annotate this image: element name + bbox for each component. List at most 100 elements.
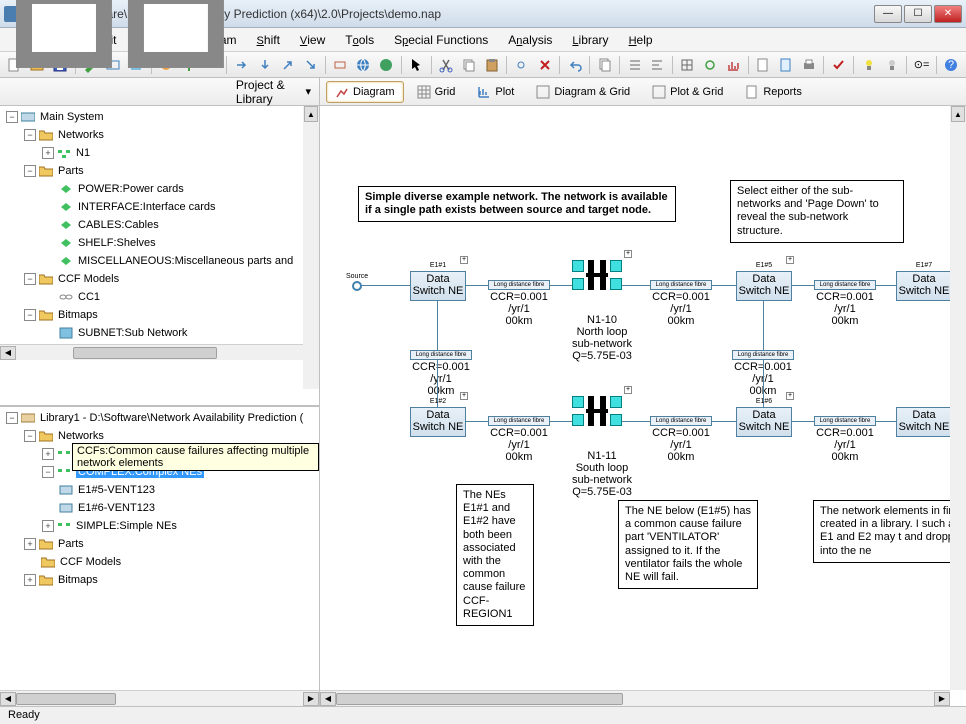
- tree-n1[interactable]: N1: [76, 147, 90, 159]
- ne2-plus[interactable]: +: [460, 392, 468, 400]
- hub2-plus[interactable]: +: [624, 386, 632, 394]
- fibre6[interactable]: Long distance fibre: [814, 416, 876, 426]
- ne5-plus[interactable]: +: [786, 256, 794, 264]
- chart-icon[interactable]: [723, 54, 744, 76]
- zoom-icon[interactable]: ⊙=: [911, 54, 932, 76]
- tab-reports[interactable]: Reports: [736, 81, 811, 103]
- expand-toggle[interactable]: +: [42, 520, 54, 532]
- project-tree[interactable]: −Main System −Networks +N1 −Parts POWER:…: [0, 106, 319, 344]
- menu-library[interactable]: Library: [562, 31, 618, 49]
- menu-special-functions[interactable]: Special Functions: [384, 31, 498, 49]
- ne6-plus[interactable]: +: [786, 392, 794, 400]
- fibre4[interactable]: Long distance fibre: [488, 416, 550, 426]
- cursor-icon[interactable]: [406, 54, 427, 76]
- expand-toggle[interactable]: −: [24, 430, 36, 442]
- menu-shift[interactable]: Shift: [247, 31, 290, 49]
- globe2-icon[interactable]: [376, 54, 397, 76]
- tree-cables[interactable]: CABLES:Cables: [78, 219, 159, 231]
- globe-icon[interactable]: [353, 54, 374, 76]
- arrow-diag2-icon[interactable]: [300, 54, 321, 76]
- hub-south[interactable]: [572, 396, 622, 426]
- paste-icon[interactable]: [482, 54, 503, 76]
- fibre2[interactable]: Long distance fibre: [650, 280, 712, 290]
- tree-lib-ccfm[interactable]: CCF Models: [60, 556, 121, 568]
- ne7-box[interactable]: Data Switch NE: [896, 271, 952, 301]
- refresh-icon[interactable]: [700, 54, 721, 76]
- canvas-vscroll[interactable]: ▲: [950, 106, 966, 690]
- arrow-right-icon[interactable]: [231, 54, 252, 76]
- library-tree[interactable]: −Library1 - D:\Software\Network Availabi…: [0, 407, 319, 591]
- tree-hscroll[interactable]: ◀▶: [0, 344, 319, 360]
- ne1-plus[interactable]: +: [460, 256, 468, 264]
- tab-plot-grid[interactable]: Plot & Grid: [643, 81, 732, 103]
- expand-toggle[interactable]: −: [24, 165, 36, 177]
- tab-diagram[interactable]: Diagram: [326, 81, 404, 103]
- expand-toggle[interactable]: +: [24, 574, 36, 586]
- menu-analysis[interactable]: Analysis: [498, 31, 562, 49]
- menu-tools[interactable]: Tools: [335, 31, 384, 49]
- shape-icon[interactable]: [330, 54, 351, 76]
- expand-toggle[interactable]: −: [42, 466, 54, 478]
- expand-toggle[interactable]: +: [42, 448, 54, 460]
- link-icon[interactable]: [511, 54, 532, 76]
- tree-ccf-models[interactable]: CCF Models: [58, 273, 119, 285]
- check-icon[interactable]: [828, 54, 849, 76]
- pages-icon[interactable]: [594, 54, 615, 76]
- expand-toggle[interactable]: +: [24, 538, 36, 550]
- grid-icon[interactable]: [677, 54, 698, 76]
- expand-toggle[interactable]: −: [24, 273, 36, 285]
- cut-icon[interactable]: [436, 54, 457, 76]
- fibre3[interactable]: Long distance fibre: [814, 280, 876, 290]
- minimize-button[interactable]: —: [874, 5, 902, 23]
- source-node[interactable]: [352, 281, 362, 291]
- ne1-box[interactable]: Data Switch NE: [410, 271, 466, 301]
- expand-toggle[interactable]: −: [24, 309, 36, 321]
- fibre-mid1[interactable]: Long distance fibre: [410, 350, 472, 360]
- tree-cc1[interactable]: CC1: [78, 291, 100, 303]
- align-icon[interactable]: [624, 54, 645, 76]
- hub1-plus[interactable]: +: [624, 250, 632, 258]
- menu-view[interactable]: View: [290, 31, 335, 49]
- project-library-dropdown[interactable]: Project & Library ▾: [0, 78, 320, 105]
- tree-misc[interactable]: MISCELLANEOUS:Miscellaneous parts and: [78, 255, 293, 267]
- tree-lib-simple[interactable]: SIMPLE:Simple NEs: [76, 520, 177, 532]
- fibre1[interactable]: Long distance fibre: [488, 280, 550, 290]
- light-icon[interactable]: [858, 54, 879, 76]
- lib-tree-hscroll[interactable]: ◀▶: [0, 690, 319, 706]
- tree-shelf[interactable]: SHELF:Shelves: [78, 237, 156, 249]
- help-icon[interactable]: ?: [941, 54, 962, 76]
- arrow-diag-icon[interactable]: [277, 54, 298, 76]
- doc-icon[interactable]: [753, 54, 774, 76]
- expand-toggle[interactable]: −: [6, 111, 18, 123]
- arrow-down-icon[interactable]: [254, 54, 275, 76]
- ne6-box[interactable]: Data Switch NE: [736, 407, 792, 437]
- print-icon[interactable]: [799, 54, 820, 76]
- tree-subnet[interactable]: SUBNET:Sub Network: [78, 327, 187, 339]
- diagram-canvas[interactable]: Simple diverse example network. The netw…: [320, 106, 966, 706]
- tree-library-root[interactable]: Library1 - D:\Software\Network Availabil…: [40, 412, 303, 424]
- hub-north[interactable]: [572, 260, 622, 290]
- tree-main-system[interactable]: Main System: [40, 111, 104, 123]
- tab-grid[interactable]: Grid: [408, 81, 465, 103]
- doc2-icon[interactable]: [776, 54, 797, 76]
- tree-lib-networks[interactable]: Networks: [58, 430, 104, 442]
- tree-networks[interactable]: Networks: [58, 129, 104, 141]
- tree-vscroll[interactable]: ▲: [303, 106, 319, 389]
- tree-interface[interactable]: INTERFACE:Interface cards: [78, 201, 216, 213]
- ne2-box[interactable]: Data Switch NE: [410, 407, 466, 437]
- tree-parts[interactable]: Parts: [58, 165, 84, 177]
- copy-icon[interactable]: [459, 54, 480, 76]
- tab-diagram-grid[interactable]: Diagram & Grid: [527, 81, 639, 103]
- fibre5[interactable]: Long distance fibre: [650, 416, 712, 426]
- ne8-box[interactable]: Data Switch NE: [896, 407, 952, 437]
- expand-toggle[interactable]: +: [42, 147, 54, 159]
- tree-e16[interactable]: E1#6-VENT123: [78, 502, 155, 514]
- delete-icon[interactable]: [534, 54, 555, 76]
- light2-icon[interactable]: [881, 54, 902, 76]
- align2-icon[interactable]: [647, 54, 668, 76]
- tree-lib-parts[interactable]: Parts: [58, 538, 84, 550]
- tree-e15[interactable]: E1#5-VENT123: [78, 484, 155, 496]
- close-button[interactable]: ✕: [934, 5, 962, 23]
- tree-bitmaps[interactable]: Bitmaps: [58, 309, 98, 321]
- canvas-hscroll[interactable]: ◀▶: [320, 690, 950, 706]
